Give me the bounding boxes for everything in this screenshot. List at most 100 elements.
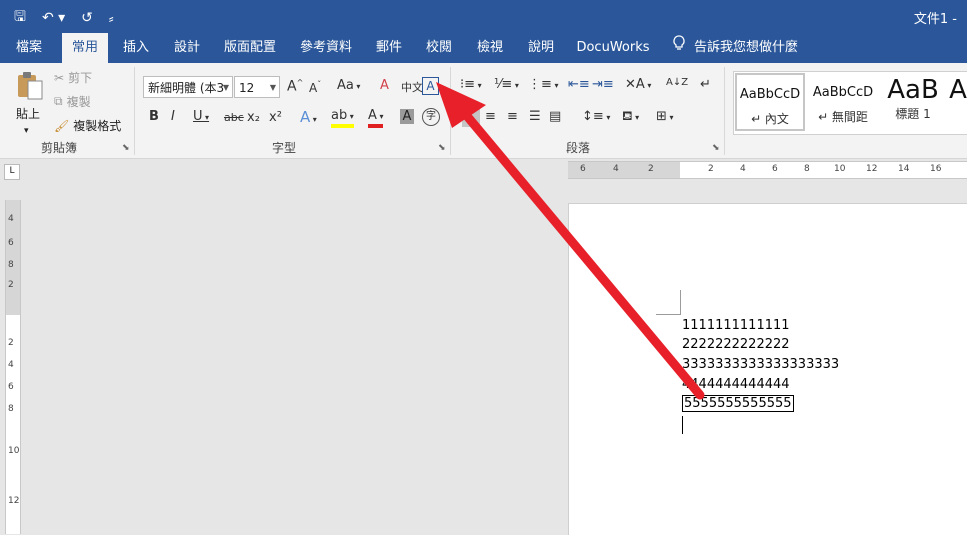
italic-icon: I	[171, 109, 175, 124]
cut-button[interactable]: ✂ 剪下	[54, 69, 92, 86]
ruler-tick: 14	[898, 164, 910, 174]
chevron-down-icon[interactable]: ▼	[223, 77, 229, 99]
asian-layout-icon: ✕A	[625, 77, 645, 92]
ruler-tick: 12	[8, 496, 20, 506]
cut-label: 剪下	[68, 71, 93, 85]
tab-design[interactable]: 設計	[164, 33, 210, 63]
style-sample: A	[949, 75, 967, 105]
chevron-down-icon[interactable]: ▼	[270, 77, 276, 99]
superscript-button[interactable]: x²	[269, 110, 282, 125]
format-painter-button[interactable]: 🖌 複製格式	[54, 117, 121, 134]
document-line[interactable]: 4444444444444	[682, 377, 790, 392]
grow-font-button[interactable]: A^	[287, 78, 303, 95]
tab-mailings[interactable]: 郵件	[368, 33, 410, 63]
paste-dropdown-icon[interactable]: ▾	[24, 126, 29, 136]
strikethrough-button[interactable]: abc	[224, 111, 244, 124]
sort-button[interactable]: A↓Z	[666, 77, 688, 88]
phonetic-guide-button[interactable]: 中文	[401, 79, 423, 95]
tab-review[interactable]: 校閱	[418, 33, 460, 63]
align-right-icon: ≡	[507, 109, 518, 124]
decrease-indent-icon: ⇤≡	[568, 77, 590, 92]
tab-docuworks[interactable]: DocuWorks	[572, 33, 654, 63]
ruler-tick: 10	[834, 164, 846, 174]
ruler-tick: 2	[648, 164, 654, 174]
numbering-button[interactable]: ⅟≡ ▾	[494, 77, 519, 92]
change-case-button[interactable]: Aa ▾	[337, 78, 360, 93]
customize-qat-icon[interactable]: ⸗	[109, 10, 114, 27]
paint-bucket-icon: ⛾	[622, 109, 633, 124]
font-name-combo[interactable]: 新細明體 (本3 ▼	[143, 76, 233, 98]
line-spacing-button[interactable]: ↕≡ ▾	[582, 109, 610, 124]
font-color-button[interactable]: A ▾	[368, 109, 384, 128]
document-line[interactable]: 2222222222222	[682, 337, 790, 352]
font-launcher-icon[interactable]: ⬊	[438, 143, 446, 153]
enclose-characters-button[interactable]: 字	[422, 108, 440, 126]
undo-icon[interactable]: ↶ ▾	[42, 10, 65, 26]
style-heading-2[interactable]: A	[948, 73, 967, 131]
align-right-button[interactable]: ≡	[507, 109, 518, 124]
style-sample: AaB	[887, 75, 939, 105]
document-line-bordered[interactable]: 5555555555555	[682, 395, 794, 412]
paste-button[interactable]: 貼上 ▾	[16, 105, 40, 136]
italic-button[interactable]: I	[171, 109, 175, 124]
style-name: ↵ 無間距	[818, 110, 868, 124]
shrink-font-icon: A	[309, 81, 318, 95]
phonetic-guide-icon: 中文	[401, 81, 423, 94]
multilevel-list-icon: ⋮≡	[528, 77, 552, 92]
tab-view[interactable]: 檢視	[468, 33, 512, 63]
increase-indent-button[interactable]: ⇥≡	[592, 77, 614, 92]
shrink-font-button[interactable]: Aˇ	[309, 80, 321, 95]
underline-button[interactable]: U ▾	[193, 109, 209, 124]
show-marks-button[interactable]: ↵	[700, 77, 711, 92]
character-border-button[interactable]: A	[422, 77, 439, 95]
font-size-combo[interactable]: 12 ▼	[234, 76, 280, 98]
shading-button[interactable]: ⛾ ▾	[622, 109, 639, 126]
align-left-icon: ≡	[462, 109, 473, 124]
highlight-button[interactable]: ab ▾	[331, 109, 354, 128]
save-icon[interactable]: 🖫	[14, 6, 26, 30]
style-heading-1[interactable]: AaB 標題 1	[880, 73, 946, 131]
bordered-text[interactable]: 5555555555555	[682, 395, 794, 412]
justify-button[interactable]: ☰	[529, 109, 541, 124]
style-normal[interactable]: AaBbCcD ↵ 內文	[735, 73, 805, 131]
document-line[interactable]: 1111111111111	[682, 318, 790, 333]
asian-layout-button[interactable]: ✕A ▾	[625, 77, 651, 92]
distributed-button[interactable]: ▤	[549, 109, 561, 124]
redo-icon[interactable]: ↺	[81, 10, 93, 26]
superscript-icon: x²	[269, 110, 282, 125]
clipboard-launcher-icon[interactable]: ⬊	[122, 143, 130, 153]
tab-help[interactable]: 說明	[520, 33, 562, 63]
character-shading-button[interactable]: A	[400, 109, 414, 124]
decrease-indent-button[interactable]: ⇤≡	[568, 77, 590, 92]
bullets-button[interactable]: ⁝≡ ▾	[460, 77, 482, 92]
tab-references[interactable]: 參考資料	[292, 33, 360, 63]
borders-button[interactable]: ⊞ ▾	[656, 109, 673, 124]
tell-me-box[interactable]: 告訴我您想做什麼	[672, 33, 798, 63]
scissors-icon: ✂	[54, 70, 65, 85]
tab-file[interactable]: 檔案	[6, 33, 52, 63]
align-center-button[interactable]: ≡	[485, 109, 496, 124]
clear-formatting-button[interactable]: A	[380, 78, 389, 93]
tab-home[interactable]: 常用	[62, 33, 108, 63]
paragraph-launcher-icon[interactable]: ⬊	[712, 143, 720, 153]
align-left-button[interactable]: ≡	[462, 109, 480, 127]
highlighter-icon: ab	[331, 108, 348, 123]
group-divider	[450, 67, 451, 155]
multilevel-list-button[interactable]: ⋮≡ ▾	[528, 77, 558, 92]
tab-layout[interactable]: 版面配置	[218, 33, 282, 63]
ruler-tick: 4	[613, 164, 619, 174]
document-line[interactable]: 3333333333333333333	[682, 357, 839, 372]
copy-button[interactable]: ⧉ 複製	[54, 93, 91, 110]
ruler-row: L 6 4 2 2 4 6 8 10 12 14 16	[0, 159, 967, 180]
tab-insert[interactable]: 插入	[114, 33, 158, 63]
style-no-spacing[interactable]: AaBbCcD ↵ 無間距	[808, 73, 878, 131]
subscript-button[interactable]: x₂	[247, 110, 260, 125]
paste-icon[interactable]	[16, 71, 44, 101]
vertical-ruler[interactable]: 4 6 8 2 2 4 6 8 10 12	[5, 200, 21, 534]
horizontal-ruler[interactable]: 6 4 2 2 4 6 8 10 12 14 16	[568, 161, 967, 179]
align-center-icon: ≡	[485, 109, 496, 124]
text-effects-button[interactable]: A ▾	[300, 108, 317, 126]
group-divider	[134, 67, 135, 155]
bold-button[interactable]: B	[149, 109, 159, 124]
tab-selector[interactable]: L	[4, 164, 20, 180]
